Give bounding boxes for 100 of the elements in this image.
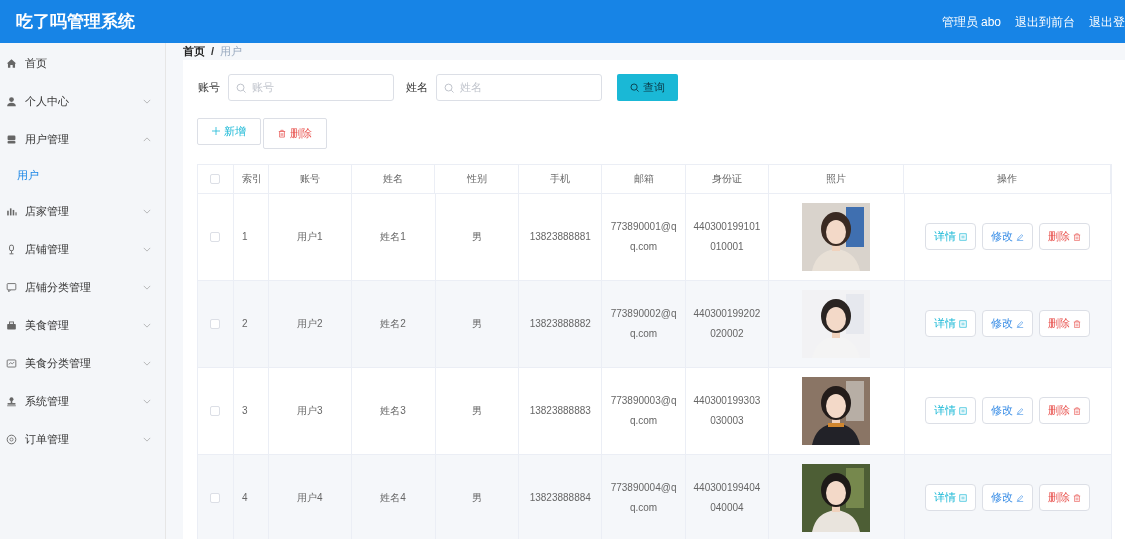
column-header: 性别	[435, 164, 520, 193]
header-link[interactable]: 退出登	[1089, 12, 1125, 31]
edit-button[interactable]: 修改	[982, 310, 1034, 337]
chat-icon	[6, 281, 17, 293]
search-icon	[444, 82, 454, 93]
table-cell-text: 440300199202020002	[692, 306, 762, 341]
select-all-checkbox[interactable]	[210, 173, 221, 184]
sidebar-item[interactable]: 首页	[0, 44, 165, 82]
table-cell-text: 773890003@qq.com	[609, 393, 678, 428]
table-cell-text: 姓名3	[380, 403, 406, 418]
column-header: 索引	[233, 164, 269, 193]
document-icon	[959, 319, 968, 328]
column-header: 邮箱	[602, 164, 686, 193]
sidebar-item[interactable]: 美食管理	[0, 306, 165, 344]
table-cell-text: 用户3	[297, 403, 323, 418]
column-header: 账号	[268, 164, 352, 193]
table-cell-text: 773890002@qq.com	[609, 306, 678, 341]
column-header: 操作	[904, 164, 1111, 193]
table-cell-text: 1	[241, 229, 248, 244]
column-header: 身份证	[685, 164, 769, 193]
user-icon	[6, 95, 17, 107]
sidebar-item[interactable]: 美食分类管理	[0, 344, 165, 382]
table-cell-text: 用户2	[297, 316, 323, 331]
detail-button[interactable]: 详情	[925, 397, 977, 424]
header-link[interactable]: 退出到前台	[1015, 12, 1075, 31]
edit-button[interactable]: 修改	[982, 484, 1034, 511]
table-cell-text: 用户4	[297, 490, 323, 505]
stamp-icon	[6, 395, 17, 407]
column-header: 照片	[768, 164, 905, 193]
table-cell-text: 773890004@qq.com	[609, 480, 678, 515]
pencil-icon	[1016, 232, 1025, 241]
table-cell-text: 440300199101010001	[692, 219, 762, 254]
delete-button[interactable]: 删除	[1039, 484, 1091, 511]
table-cell-text: 440300199404040004	[692, 480, 762, 515]
sidebar-item[interactable]: 订单管理	[0, 420, 165, 458]
add-button[interactable]: 新增	[197, 117, 261, 145]
pencil-icon	[1016, 493, 1025, 502]
table-cell-text: 4	[241, 490, 248, 505]
table-cell-text: 3	[241, 403, 248, 418]
table-cell-text: 男	[471, 229, 482, 244]
bar-chart-icon	[6, 205, 17, 217]
briefcase-icon	[6, 319, 17, 331]
admin-user-link[interactable]: 管理员 abo	[941, 12, 1001, 31]
app-title: 吃了吗管理系统	[16, 10, 135, 33]
search-icon	[630, 82, 639, 92]
sidebar-item[interactable]: 店铺管理	[0, 230, 165, 268]
pencil-icon	[1016, 406, 1025, 415]
detail-button[interactable]: 详情	[925, 484, 977, 511]
row-checkbox[interactable]	[210, 318, 221, 329]
row-checkbox[interactable]	[210, 405, 221, 416]
pencil-icon	[1016, 319, 1025, 328]
table-cell-text: 姓名2	[380, 316, 406, 331]
search-field[interactable]: 姓名	[436, 73, 602, 101]
trash-icon	[1073, 493, 1082, 502]
delete-button[interactable]: 删除	[263, 117, 327, 149]
table-cell-text: 姓名1	[380, 229, 406, 244]
sidebar-item[interactable]: 用户管理	[0, 120, 165, 158]
sidebar-item[interactable]: 店铺分类管理	[0, 268, 165, 306]
table-cell-text: 13823888881	[529, 229, 591, 244]
delete-button[interactable]: 删除	[1039, 310, 1091, 337]
document-icon	[959, 406, 968, 415]
document-icon	[959, 493, 968, 502]
column-header: 手机	[519, 164, 603, 193]
picture-card-icon	[6, 357, 17, 369]
sidebar-item[interactable]: 系统管理	[0, 382, 165, 420]
home-icon	[6, 57, 17, 69]
detail-button[interactable]: 详情	[925, 223, 977, 250]
sidebar-subitem[interactable]: 用户	[0, 158, 165, 192]
table-cell-text: 13823888882	[529, 316, 591, 331]
edit-button[interactable]: 修改	[982, 397, 1034, 424]
table-cell-text: 2	[241, 316, 248, 331]
trash-icon	[1073, 406, 1082, 415]
breadcrumb-item: 用户	[220, 44, 243, 59]
table-cell-text: 773890001@qq.com	[609, 219, 678, 254]
sidebar-item[interactable]: 个人中心	[0, 82, 165, 120]
table-cell-text: 440300199303030003	[692, 393, 762, 428]
table-cell-text: 姓名4	[380, 490, 406, 505]
row-checkbox[interactable]	[210, 231, 221, 242]
stack-icon	[6, 133, 17, 145]
trash-icon	[1073, 232, 1082, 241]
breadcrumb-item[interactable]: 首页	[183, 43, 205, 60]
plus-icon	[212, 127, 220, 135]
circle-icon	[6, 433, 17, 445]
query-button[interactable]: 查询	[617, 73, 678, 101]
delete-button[interactable]: 删除	[1039, 397, 1091, 424]
delete-button[interactable]: 删除	[1039, 223, 1091, 250]
table-cell-text: 13823888884	[529, 490, 591, 505]
table-cell-text: 男	[471, 316, 482, 331]
trash-icon	[278, 128, 286, 138]
microphone-icon	[6, 243, 17, 255]
breadcrumb-separator: /	[211, 44, 215, 59]
search-icon	[236, 82, 246, 93]
sidebar-item[interactable]: 店家管理	[0, 192, 165, 230]
document-icon	[959, 232, 968, 241]
column-header: 姓名	[351, 164, 436, 193]
row-checkbox[interactable]	[210, 492, 221, 503]
field-label: 姓名	[406, 79, 428, 95]
edit-button[interactable]: 修改	[982, 223, 1034, 250]
table-cell-text: 用户1	[297, 229, 323, 244]
detail-button[interactable]: 详情	[925, 310, 977, 337]
